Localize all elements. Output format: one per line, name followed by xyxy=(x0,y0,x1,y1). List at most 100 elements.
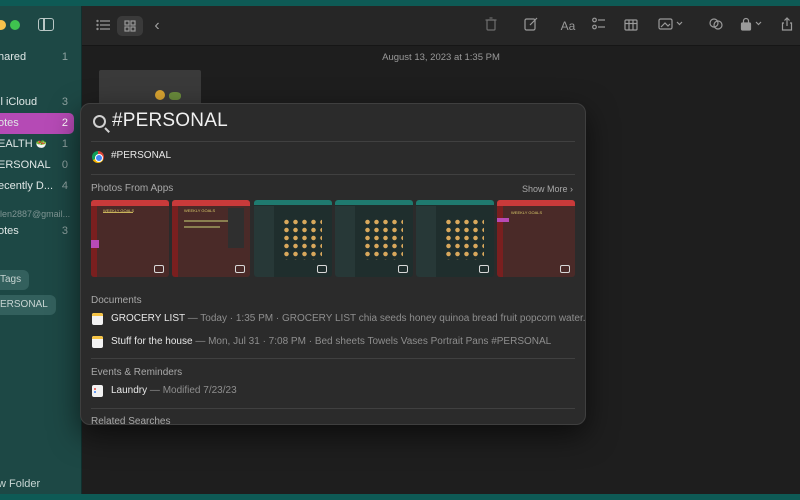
divider xyxy=(91,174,575,175)
event-title: Laundry xyxy=(111,385,148,396)
photo-emoji-grid xyxy=(282,218,322,260)
photo-accent xyxy=(91,240,99,248)
sidebar-item-label: ERSONAL xyxy=(0,159,51,171)
sidebar-item-all-icloud[interactable]: ll iCloud 3 xyxy=(0,92,74,113)
sidebar-item-account-notes[interactable]: otes 3 xyxy=(0,221,74,242)
compose-icon[interactable] xyxy=(522,16,540,36)
lock-icon[interactable] xyxy=(738,16,766,36)
sidebar-item-count: 1 xyxy=(61,51,68,63)
reminders-icon xyxy=(92,385,103,397)
sidebar-item-health[interactable]: EALTH 🥗 1 xyxy=(0,134,74,155)
sidebar-item-label: ecently D... xyxy=(0,180,54,192)
trash-icon[interactable] xyxy=(482,16,500,36)
divider xyxy=(91,358,575,359)
checklist-icon[interactable] xyxy=(590,16,608,36)
live-text-icon xyxy=(235,265,245,273)
list-view-icon[interactable] xyxy=(94,16,112,36)
sidebar-item-label: hared xyxy=(0,51,27,63)
sidebar-item-count: 3 xyxy=(61,225,68,237)
document-title: Stuff for the house xyxy=(111,336,193,347)
photo-sidebar xyxy=(416,206,436,277)
event-meta: — Modified 7/23/23 xyxy=(147,385,237,396)
live-text-icon xyxy=(154,265,164,273)
note-document-icon xyxy=(92,336,103,348)
media-icon[interactable] xyxy=(656,16,686,36)
minimize-button[interactable] xyxy=(0,20,6,30)
document-result[interactable]: Stuff for the house — Mon, Jul 31 · 7:08… xyxy=(111,336,551,347)
live-text-icon xyxy=(560,265,570,273)
sidebar-item-notes-selected[interactable]: otes 2 xyxy=(0,113,74,134)
photo-caption: WEEKLY GOALS xyxy=(511,210,543,215)
photo-caption: WEEKLY GOALS xyxy=(103,208,135,213)
collaborate-icon[interactable] xyxy=(707,16,725,36)
live-text-icon xyxy=(479,265,489,273)
sidebar-item-label: otes xyxy=(0,117,19,129)
events-header: Events & Reminders xyxy=(91,367,183,378)
photo-emoji-grid xyxy=(444,218,484,260)
live-text-icon xyxy=(317,265,327,273)
related-searches-header: Related Searches xyxy=(91,416,171,425)
photo-panel xyxy=(228,208,244,248)
sidebar-item-label: EALTH 🥗 xyxy=(0,138,47,150)
live-text-icon xyxy=(398,265,408,273)
photo-caption: WEEKLY GOALS xyxy=(184,208,216,213)
sidebar-item-count: 2 xyxy=(61,117,68,129)
show-more-label: Show More xyxy=(521,184,568,194)
new-folder-button[interactable]: w Folder xyxy=(0,478,40,490)
event-result[interactable]: Laundry — Modified 7/23/23 xyxy=(111,385,237,396)
document-result[interactable]: GROCERY LIST — Today · 1:35 PM · GROCERY… xyxy=(111,313,586,324)
sidebar-item-count: 0 xyxy=(61,159,68,171)
chevron-left-icon[interactable]: ‹ xyxy=(150,16,164,36)
documents-header: Documents xyxy=(91,295,142,306)
photo-sidebar xyxy=(335,206,355,277)
sidebar-toggle-icon[interactable] xyxy=(38,18,54,31)
sidebar-item-count: 1 xyxy=(61,138,68,150)
photo-sidebar xyxy=(254,206,274,277)
photo-result[interactable] xyxy=(416,200,494,277)
photo-emoji-grid xyxy=(363,218,403,260)
search-icon xyxy=(93,115,106,128)
share-icon[interactable] xyxy=(779,16,795,36)
photo-result[interactable]: WEEKLY GOALS xyxy=(172,200,250,277)
sidebar-item-count: 3 xyxy=(61,96,68,108)
gallery-view-icon[interactable] xyxy=(117,16,143,36)
spotlight-panel: #PERSONAL #PERSONAL Photos From Apps Sho… xyxy=(80,103,586,425)
sidebar-item-recently-deleted[interactable]: ecently D... 4 xyxy=(0,176,74,197)
sidebar-item-label: otes xyxy=(0,225,19,237)
chevron-right-icon: › xyxy=(570,184,573,194)
top-hit-result[interactable]: #PERSONAL xyxy=(111,150,171,161)
divider xyxy=(91,141,575,142)
sidebar-item-label: ll iCloud xyxy=(0,96,38,108)
desktop-background xyxy=(0,494,800,500)
divider xyxy=(91,408,575,409)
sidebar-account-header: llen2887@gmail... xyxy=(0,209,71,219)
notes-window: hared 1 i ll iCloud 3 otes 2 EALTH 🥗 1 E… xyxy=(0,6,800,494)
salad-icon: 🥗 xyxy=(35,139,47,149)
photo-text-line xyxy=(184,220,228,222)
photo-accent xyxy=(497,218,509,222)
document-meta: — Mon, Jul 31 · 7:08 PM · Bed sheets Tow… xyxy=(192,336,552,347)
format-button[interactable]: Aa xyxy=(557,16,579,36)
note-document-icon xyxy=(92,313,103,325)
search-input[interactable]: #PERSONAL xyxy=(112,110,228,132)
show-more-link[interactable]: Show More › xyxy=(522,184,573,194)
chrome-icon xyxy=(92,151,104,163)
photo-result[interactable] xyxy=(335,200,413,277)
sidebar-item-count: 4 xyxy=(61,180,68,192)
toolbar: ‹ Aa xyxy=(82,6,800,46)
sidebar-item-personal[interactable]: ERSONAL 0 xyxy=(0,155,74,176)
photo-result[interactable]: WEEKLY GOALS xyxy=(91,200,169,277)
tag-personal[interactable]: ERSONAL xyxy=(0,295,56,315)
note-date: August 13, 2023 at 1:35 PM xyxy=(382,52,500,63)
zoom-button[interactable] xyxy=(10,20,20,30)
document-meta: — Today · 1:35 PM · GROCERY LIST chia se… xyxy=(184,313,586,324)
sidebar-item-shared[interactable]: hared 1 xyxy=(0,47,74,68)
photo-text-line xyxy=(184,226,220,228)
sidebar: hared 1 i ll iCloud 3 otes 2 EALTH 🥗 1 E… xyxy=(0,6,82,494)
photo-result[interactable]: WEEKLY GOALS xyxy=(497,200,575,277)
table-icon[interactable] xyxy=(622,16,640,36)
photos-header: Photos From Apps xyxy=(91,183,174,194)
photo-result[interactable] xyxy=(254,200,332,277)
tags-header: Tags xyxy=(0,270,30,290)
document-title: GROCERY LIST xyxy=(111,313,185,324)
